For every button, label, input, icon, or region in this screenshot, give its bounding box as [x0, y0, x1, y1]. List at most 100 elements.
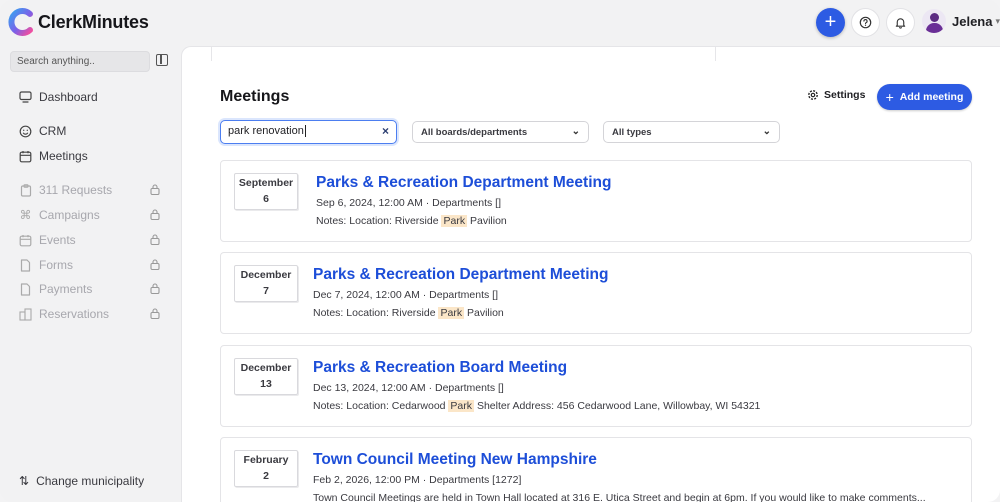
- meeting-meta: Dec 13, 2024, 12:00 AM · Departments []: [313, 382, 504, 394]
- global-add-button[interactable]: +: [816, 8, 845, 37]
- chevron-down-icon: ⌄: [571, 126, 580, 137]
- meeting-title-link[interactable]: Parks & Recreation Department Meeting: [313, 266, 608, 284]
- meeting-notes: Notes: Location: Riverside Park Pavilion: [316, 215, 507, 227]
- notes-text: Notes: Location: Riverside: [316, 215, 439, 227]
- sidebar-item-meetings[interactable]: Meetings: [19, 147, 164, 165]
- main-content: Meetings Settings + Add meeting park ren…: [181, 46, 1000, 502]
- sidebar-item-reservations[interactable]: Reservations: [19, 305, 164, 323]
- collapse-sidebar-icon[interactable]: [156, 54, 168, 66]
- meeting-title-link[interactable]: Parks & Recreation Department Meeting: [316, 174, 611, 192]
- search-highlight: Park: [441, 215, 468, 227]
- meeting-card[interactable]: September 6 Parks & Recreation Departmen…: [220, 160, 972, 242]
- divider: [211, 47, 212, 61]
- app-window: ClerkMinutes + Jelena ▾ Search anything.…: [0, 0, 1000, 502]
- date-month: February: [243, 454, 289, 466]
- sidebar-item-label: Campaigns: [39, 208, 100, 222]
- help-button[interactable]: [851, 8, 880, 37]
- meeting-meta: Dec 7, 2024, 12:00 AM · Departments []: [313, 289, 499, 301]
- date-day: 7: [263, 285, 269, 297]
- settings-button[interactable]: Settings: [807, 89, 865, 101]
- lock-icon: [150, 283, 160, 294]
- user-name: Jelena: [952, 13, 993, 29]
- meeting-title-link[interactable]: Parks & Recreation Board Meeting: [313, 359, 567, 377]
- brand-name: ClerkMinutes: [38, 12, 149, 32]
- search-highlight: Park: [448, 400, 475, 412]
- chevron-down-icon: ▾: [995, 15, 1000, 26]
- sidebar-item-label: Reservations: [39, 307, 110, 321]
- sidebar-item-label: Events: [39, 233, 76, 247]
- bell-icon: [895, 18, 906, 29]
- search-highlight: Park: [438, 307, 465, 319]
- divider: [715, 47, 716, 61]
- meeting-card[interactable]: December 7 Parks & Recreation Department…: [220, 252, 972, 334]
- notes-text: Notes: Location: Riverside: [313, 307, 436, 319]
- meeting-notes: Notes: Location: Riverside Park Pavilion: [313, 307, 504, 319]
- sidebar-item-events[interactable]: Events: [19, 231, 164, 249]
- meeting-title-link[interactable]: Town Council Meeting New Hampshire: [313, 451, 597, 469]
- meeting-card[interactable]: December 13 Parks & Recreation Board Mee…: [220, 345, 972, 427]
- meeting-card[interactable]: February 2 Town Council Meeting New Hamp…: [220, 437, 972, 502]
- page-title: Meetings: [220, 88, 290, 105]
- document-icon: [19, 282, 32, 296]
- notes-text: Pavilion: [467, 307, 504, 319]
- sidebar: Search anything.. Dashboard CRM Meetings…: [0, 46, 180, 502]
- sidebar-item-label: Payments: [39, 282, 93, 296]
- add-meeting-label: Add meeting: [899, 91, 964, 103]
- calendar-icon: [19, 150, 32, 163]
- sidebar-item-311-requests[interactable]: 311 Requests: [19, 181, 164, 199]
- gear-icon: [808, 90, 818, 100]
- sidebar-item-label: Dashboard: [39, 90, 98, 104]
- meeting-notes: Notes: Location: Cedarwood Park Shelter …: [313, 400, 760, 412]
- sidebar-item-payments[interactable]: Payments: [19, 280, 164, 298]
- lock-icon: [150, 234, 160, 245]
- sidebar-item-crm[interactable]: CRM: [19, 122, 164, 140]
- sidebar-item-campaigns[interactable]: ⌘ Campaigns: [19, 206, 164, 224]
- clear-search-icon[interactable]: ×: [382, 124, 389, 138]
- types-filter-value: All types: [612, 127, 652, 138]
- sidebar-item-forms[interactable]: Forms: [19, 256, 164, 274]
- sidebar-item-label: Forms: [39, 258, 73, 272]
- lock-icon: [150, 308, 160, 319]
- sidebar-item-label: CRM: [39, 124, 67, 138]
- meeting-meta: Feb 2, 2026, 12:00 PM · Departments [127…: [313, 474, 522, 486]
- search-value: park renovation: [228, 125, 304, 137]
- buildings-icon: [19, 307, 32, 321]
- sidebar-item-label: 311 Requests: [39, 183, 113, 197]
- sidebar-item-label: Meetings: [39, 149, 88, 163]
- sidebar-item-dashboard[interactable]: Dashboard: [19, 88, 164, 106]
- notifications-button[interactable]: [886, 8, 915, 37]
- date-month: December: [240, 269, 292, 281]
- add-meeting-button[interactable]: + Add meeting: [877, 84, 972, 110]
- boards-filter-select[interactable]: All boards/departments ⌄: [412, 121, 589, 143]
- smiley-icon: [19, 125, 32, 138]
- monitor-icon: [19, 91, 32, 104]
- settings-label: Settings: [824, 89, 866, 101]
- date-badge: December 13: [234, 358, 298, 395]
- date-day: 6: [263, 193, 269, 205]
- date-badge: February 2: [234, 450, 298, 487]
- document-icon: [19, 258, 32, 272]
- plus-icon: +: [885, 89, 894, 105]
- top-bar: ClerkMinutes + Jelena ▾: [0, 0, 1000, 46]
- boards-filter-value: All boards/departments: [421, 127, 528, 138]
- notes-text: Shelter Address: 456 Cedarwood Lane, Wil…: [476, 400, 761, 412]
- lock-icon: [150, 259, 160, 270]
- clerkminutes-logo-icon: [8, 8, 33, 36]
- date-month: December: [240, 362, 292, 374]
- lock-icon: [150, 184, 160, 195]
- sidebar-search-input[interactable]: Search anything..: [10, 51, 150, 72]
- chevron-down-icon: ⌄: [762, 126, 771, 137]
- swap-vertical-icon: ⇅: [19, 474, 30, 488]
- notes-text: Pavilion: [470, 215, 507, 227]
- change-municipality-label: Change municipality: [36, 474, 145, 488]
- command-icon: ⌘: [19, 208, 32, 222]
- user-menu[interactable]: Jelena ▾: [922, 9, 1000, 33]
- date-day: 13: [260, 378, 272, 390]
- meeting-notes: Town Council Meetings are held in Town H…: [313, 492, 926, 502]
- change-municipality-button[interactable]: ⇅ Change municipality: [19, 474, 144, 488]
- notes-text: Town Council Meetings are held in Town H…: [313, 492, 926, 502]
- help-icon: [859, 16, 872, 29]
- date-month: September: [238, 177, 294, 189]
- meeting-search-input[interactable]: park renovation ×: [220, 120, 397, 144]
- types-filter-select[interactable]: All types ⌄: [603, 121, 780, 143]
